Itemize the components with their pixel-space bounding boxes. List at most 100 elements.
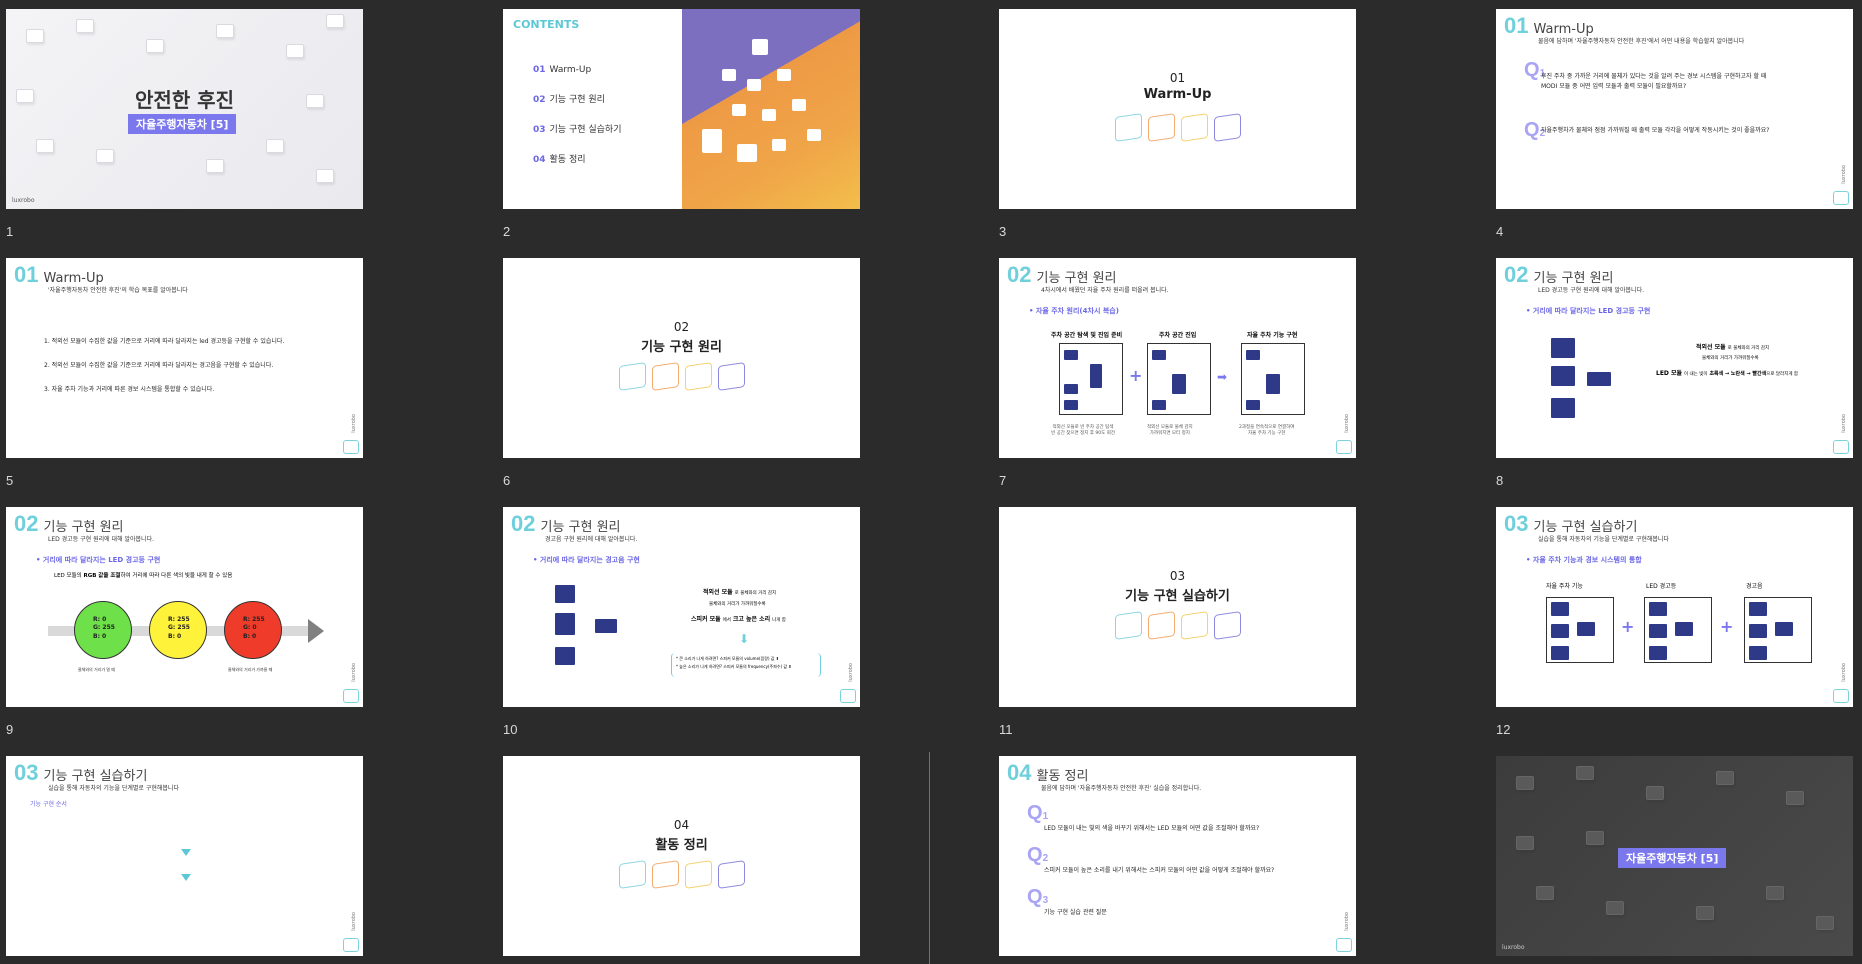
near-caption: 물체와의 거리가 가까울 때: [228, 667, 273, 672]
section-title: 활동 정리: [655, 838, 708, 853]
section-number: 04: [673, 818, 690, 832]
stage-caption: 자율 주차 기능: [1546, 583, 1583, 590]
slide-5-thumbnail[interactable]: 01 Warm-Up '자율주행자동차 안전한 후진'의 학습 목표를 알아봅니다…: [6, 258, 363, 458]
principle-line: 물체와의 거리가 가까워질수록: [709, 602, 766, 607]
section-title: 기능 구현 실습하기: [1125, 589, 1230, 604]
diagram-caption: 주차 공간 진입: [1159, 332, 1197, 339]
principle-line: 적외선 모듈 로 물체와의 거리 감지: [703, 589, 777, 596]
hint-line: * 높은 소리가 나게 하려면? 스피커 모듈의 frequency(주파수) …: [676, 664, 792, 669]
slide-subtitle: LED 경고등 구현 원리에 대해 알아봅니다.: [48, 536, 154, 543]
luxrobo-logo: luxrobo: [341, 912, 359, 952]
rgb-explanation: LED 모듈의 RGB 값을 조절하여 거리에 따라 다른 색의 빛을 내게 할…: [54, 573, 233, 579]
slide-number: 7: [999, 473, 1007, 488]
bullet-heading: 기능 구현 순서: [30, 801, 67, 808]
luxrobo-logo: luxrobo: [1831, 165, 1849, 205]
slide-6-thumbnail[interactable]: 02 기능 구현 원리: [503, 258, 860, 458]
slide-16-thumbnail[interactable]: 자율주행자동차 [5] luxrobo: [1496, 756, 1853, 956]
luxrobo-logo: luxrobo: [1831, 414, 1849, 454]
arrow-right-icon: ➡: [1217, 370, 1228, 384]
slide-number: 11: [999, 722, 1013, 737]
q2-text: 자율주행차가 물체와 점점 가까워질 때 출력 모듈 각각을 어떻게 작동시키는…: [1541, 127, 1770, 134]
q1-text: LED 모듈이 내는 빛의 색을 바꾸기 위해서는 LED 모듈의 어떤 값을 …: [1044, 825, 1260, 832]
q1-label: Q1: [1027, 802, 1049, 824]
slide-number: 5: [6, 473, 14, 488]
triangle-down-icon: [181, 874, 191, 881]
slide-8-thumbnail[interactable]: 02 기능 구현 원리 LED 경고등 구현 원리에 대해 알아봅니다. • 거리…: [1496, 258, 1853, 458]
contents-photo: [682, 9, 860, 209]
slide-1-thumbnail[interactable]: 안전한 후진 자율주행자동차 [5] luxrobo: [6, 9, 363, 209]
arrow-head-icon: [308, 619, 324, 643]
section-title: 기능 구현 원리: [641, 340, 722, 355]
diagram-description: 2과정을 연속적으로 연결하여 자율 주차 기능 구현: [1239, 425, 1295, 436]
q2-text: 스피커 모듈이 높은 소리를 내기 위해서는 스피커 모듈의 어떤 값을 어떻게…: [1044, 867, 1275, 874]
slide-2-thumbnail[interactable]: CONTENTS 01 Warm-Up 02 기능 구현 원리 03 기능 구현 실습…: [503, 9, 860, 209]
luxrobo-logo: luxrobo: [1334, 414, 1352, 454]
principle-line: LED 모듈 이 내는 빛이 초록색 → 노란색 → 빨간색으로 달라지게 함: [1656, 370, 1799, 377]
luxrobo-logo: luxrobo: [1831, 663, 1849, 703]
module-cube-icons: [618, 860, 745, 889]
bullet-heading: • 자율 주차 기능과 경보 시스템의 통합: [1526, 556, 1642, 564]
slide-subtitle: LED 경고등 구현 원리에 대해 알아봅니다.: [1538, 287, 1644, 294]
slide-4-thumbnail[interactable]: 01 Warm-Up 물음에 답하며 '자율주행자동차 안전한 후진'에서 어떤 …: [1496, 9, 1853, 209]
goal-item: 2. 적외선 모듈이 수집한 값을 기준으로 거리에 따라 달라지는 경고음을 …: [44, 362, 274, 369]
drop-indicator: [929, 752, 930, 964]
goal-item: 3. 자율 주차 기능과 거리에 따른 경보 시스템을 통합할 수 있습니다.: [44, 386, 215, 393]
principle-line: 적외선 모듈 로 물체와의 거리 감지: [1696, 344, 1770, 351]
plus-icon: +: [1129, 366, 1143, 385]
diagram-caption: 자율 주차 기능 구현: [1247, 332, 1298, 339]
contents-item: 02 기능 구현 원리: [533, 95, 605, 105]
section-number: 01: [1169, 71, 1186, 85]
slide-subtitle: 경고음 구현 원리에 대해 알아봅니다.: [545, 536, 638, 543]
luxrobo-logo: luxrobo: [838, 663, 856, 703]
car-diagram: [1551, 338, 1621, 423]
luxrobo-logo: luxrobo: [1502, 944, 1525, 951]
parking-diagram: [1241, 343, 1305, 415]
slide-title: 안전한 후진: [135, 88, 234, 112]
slide-14-thumbnail[interactable]: 04 활동 정리: [503, 756, 860, 956]
slide-number: 9: [6, 722, 14, 737]
slide-subtitle: 물음에 답하며 '자율주행자동차 안전한 후진'에서 어떤 내용을 학습할지 알…: [1538, 38, 1745, 45]
slide-13-thumbnail[interactable]: 03 기능 구현 실습하기 실습을 통해 자동차의 기능을 단계별로 구현해봅니다…: [6, 756, 363, 956]
arrow-down-icon: ⬇: [739, 632, 750, 646]
contents-item: 04 활동 정리: [533, 155, 586, 165]
module-cube-icons: [1114, 113, 1241, 142]
far-caption: 물체와의 거리가 멀 때: [78, 667, 115, 672]
slide-3-thumbnail[interactable]: 01 Warm-Up: [999, 9, 1356, 209]
goal-item: 1. 적외선 모듈이 수집한 값을 기준으로 거리에 따라 달라지는 led 경…: [44, 338, 285, 345]
slide-10-thumbnail[interactable]: 02 기능 구현 원리 경고음 구현 원리에 대해 알아봅니다. • 거리에 따라…: [503, 507, 860, 707]
title-badge: 자율주행자동차 [5]: [1618, 848, 1727, 868]
parking-diagram: [1147, 343, 1211, 415]
contents-list: 01 Warm-Up 02 기능 구현 원리 03 기능 구현 실습하기 04 활동 정…: [533, 55, 622, 175]
slide-number: 10: [503, 722, 518, 737]
bullet-heading: • 자율 주차 원리(4차시 복습): [1029, 307, 1119, 315]
bullet-heading: • 거리에 따라 달라지는 LED 경고등 구현: [1526, 307, 1651, 315]
slide-15-thumbnail[interactable]: 04 활동 정리 물음에 답하며 '자율주행자동차 안전한 후진' 실습을 정리합…: [999, 756, 1356, 956]
slide-number: 12: [1496, 722, 1511, 737]
slide-number: 4: [1496, 224, 1504, 239]
slide-subtitle: 4차시에서 배웠던 자율 주차 원리를 떠올려 봅니다.: [1041, 287, 1169, 294]
bullet-heading: • 거리에 따라 달라지는 경고음 구현: [533, 556, 640, 564]
slide-7-thumbnail[interactable]: 02 기능 구현 원리 4차시에서 배웠던 자율 주차 원리를 떠올려 봅니다. …: [999, 258, 1356, 458]
principle-line: 물체와의 거리가 가까워질수록: [1702, 356, 1759, 361]
green-led-circle: R: 0 G: 255 B: 0: [74, 601, 132, 659]
diagram-description: 적외선 모듈로 빈 주차 공간 탐색 빈 공간 찾으면 정지 후 90도 회전: [1051, 425, 1115, 436]
section-title: Warm-Up: [1143, 87, 1212, 102]
slide-number: 2: [503, 224, 511, 239]
slide-9-thumbnail[interactable]: 02 기능 구현 원리 LED 경고등 구현 원리에 대해 알아봅니다. • 거리…: [6, 507, 363, 707]
slide-12-thumbnail[interactable]: 03 기능 구현 실습하기 실습을 통해 자동차의 기능을 단계별로 구현해봅니다…: [1496, 507, 1853, 707]
slide-11-thumbnail[interactable]: 03 기능 구현 실습하기: [999, 507, 1356, 707]
parking-diagram: [1059, 343, 1123, 415]
stage-caption: LED 경고등: [1646, 583, 1677, 590]
stage-diagram: [1644, 597, 1712, 663]
slide-number: 3: [999, 224, 1007, 239]
contents-item: 01 Warm-Up: [533, 65, 592, 75]
principle-line: 스피커 모듈 에서 크고 높은 소리 나게 함: [691, 616, 786, 623]
module-cube-icons: [618, 362, 745, 391]
diagram-description: 적외선 모듈로 물체 감지 가까워지면 모터 정지: [1147, 425, 1193, 436]
stage-diagram: [1744, 597, 1812, 663]
slide-subtitle: 물음에 답하며 '자율주행자동차 안전한 후진' 실습을 정리합니다.: [1041, 785, 1202, 792]
plus-icon: +: [1720, 617, 1734, 636]
luxrobo-logo: luxrobo: [1334, 912, 1352, 952]
section-number: 02: [673, 320, 690, 334]
contents-item: 03 기능 구현 실습하기: [533, 125, 622, 135]
